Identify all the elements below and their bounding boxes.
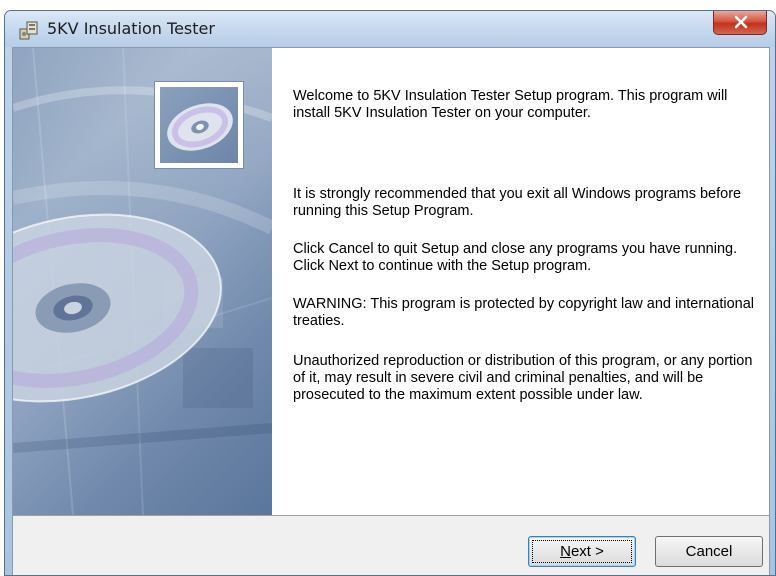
title-bar[interactable]: 5KV Insulation Tester	[5, 11, 775, 47]
close-icon	[734, 15, 748, 29]
cancel-next-paragraph: Click Cancel to quit Setup and close any…	[293, 241, 738, 274]
cd-icon	[154, 81, 244, 169]
next-button[interactable]: Next >	[528, 536, 636, 567]
setup-window: 5KV Insulation Tester Welcome to 5KV Ins…	[4, 10, 776, 576]
focus-rectangle	[532, 540, 632, 563]
welcome-paragraph: Welcome to 5KV Insulation Tester Setup p…	[293, 88, 728, 121]
warning-paragraph: WARNING: This program is protected by co…	[293, 296, 754, 329]
close-button[interactable]	[713, 11, 767, 35]
welcome-content: Welcome to 5KV Insulation Tester Setup p…	[272, 48, 769, 515]
cd-disc-artwork	[13, 48, 272, 515]
cancel-button[interactable]: Cancel	[655, 536, 763, 567]
exit-programs-paragraph: It is strongly recommended that you exit…	[293, 186, 742, 219]
button-bar: Next > Cancel	[13, 515, 769, 575]
installer-icon	[19, 20, 39, 40]
window-title: 5KV Insulation Tester	[47, 19, 215, 38]
dialog-client: Welcome to 5KV Insulation Tester Setup p…	[12, 47, 770, 575]
unauthorized-paragraph: Unauthorized reproduction or distributio…	[293, 353, 753, 403]
